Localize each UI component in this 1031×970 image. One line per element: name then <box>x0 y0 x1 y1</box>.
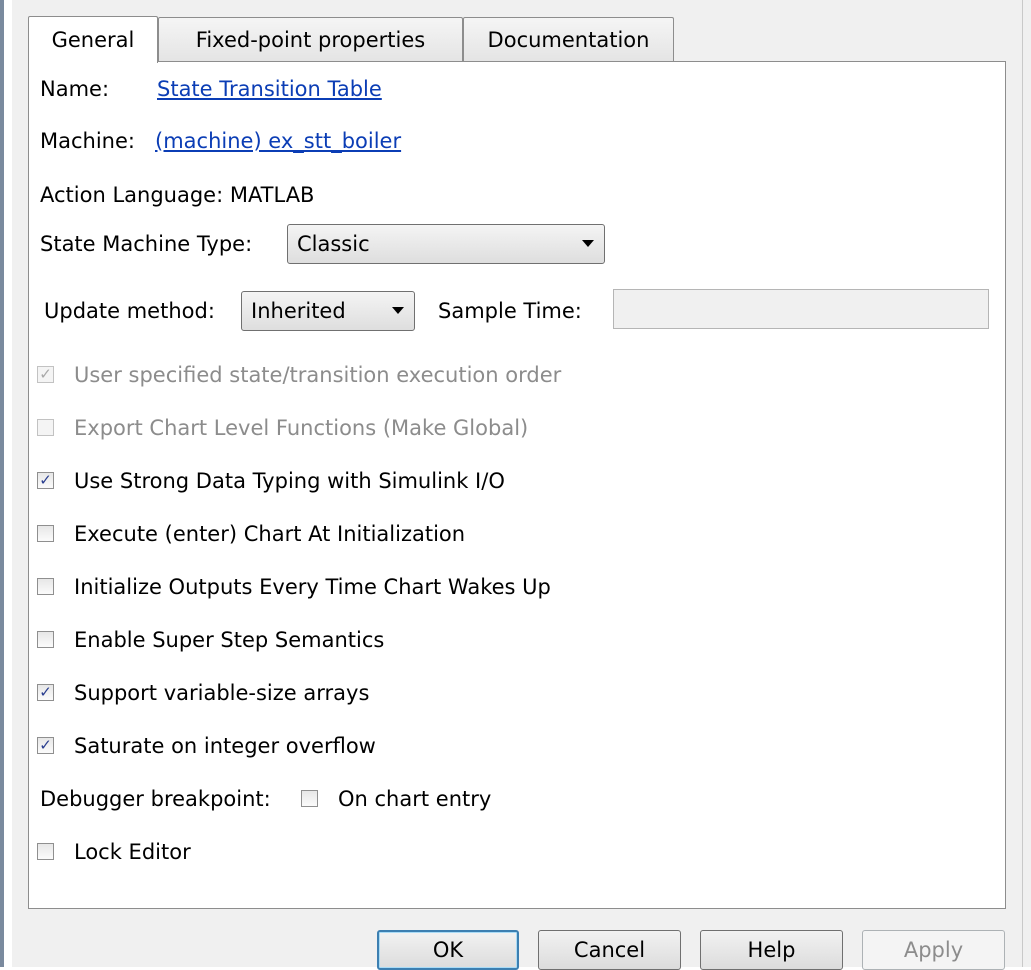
sample-time-label: Sample Time: <box>438 299 582 323</box>
initialize-outputs-label: Initialize Outputs Every Time Chart Wake… <box>74 575 551 599</box>
name-link[interactable]: State Transition Table <box>157 75 382 103</box>
tab-general-label: General <box>51 28 135 52</box>
ok-button[interactable]: OK <box>377 930 519 970</box>
state-machine-type-dropdown[interactable]: Classic <box>287 224 605 264</box>
state-machine-type-label: State Machine Type: <box>40 232 253 256</box>
machine-link[interactable]: (machine) ex_stt_boiler <box>155 127 401 155</box>
checkbox-icon[interactable]: ✓ <box>37 366 54 383</box>
check-icon: ✓ <box>39 683 52 701</box>
checkbox-saturate-overflow[interactable]: ✓ <box>37 737 54 754</box>
export-chart-functions-label: Export Chart Level Functions (Make Globa… <box>74 416 529 440</box>
check-icon: ✓ <box>39 365 52 383</box>
cancel-button[interactable]: Cancel <box>538 930 681 970</box>
checkbox-strong-data-typing[interactable]: ✓ <box>37 472 54 489</box>
cancel-button-label: Cancel <box>573 938 646 962</box>
update-method-label: Update method: <box>44 299 215 323</box>
checkbox-initialize-outputs[interactable] <box>37 578 54 595</box>
apply-button-label: Apply <box>903 938 964 962</box>
lock-editor-label: Lock Editor <box>74 840 191 864</box>
saturate-overflow-label: Saturate on integer overflow <box>74 734 376 758</box>
on-chart-entry-label: On chart entry <box>338 787 492 811</box>
user-specified-order-label: User specified state/transition executio… <box>74 363 562 387</box>
help-button-label: Help <box>747 938 796 962</box>
update-method-value: Inherited <box>251 299 346 323</box>
sample-time-input[interactable] <box>613 289 989 329</box>
checkbox-variable-size-arrays[interactable]: ✓ <box>37 684 54 701</box>
check-icon: ✓ <box>39 736 52 754</box>
checkbox-super-step[interactable] <box>37 631 54 648</box>
variable-size-arrays-label: Support variable-size arrays <box>74 681 370 705</box>
check-icon: ✓ <box>39 471 52 489</box>
tab-documentation[interactable]: Documentation <box>463 17 674 62</box>
tab-documentation-label: Documentation <box>487 28 650 52</box>
window-left-border <box>0 0 4 967</box>
name-label: Name: <box>40 77 110 101</box>
machine-label: Machine: <box>40 129 135 153</box>
checkbox-lock-editor[interactable] <box>37 843 54 860</box>
tab-general[interactable]: General <box>28 16 158 63</box>
debugger-breakpoint-label: Debugger breakpoint: <box>40 787 271 811</box>
ok-button-label: OK <box>432 938 464 962</box>
checkbox-export-chart-functions[interactable] <box>37 419 54 436</box>
checkbox-execute-at-init[interactable] <box>37 525 54 542</box>
help-button[interactable]: Help <box>700 930 843 970</box>
action-language-text: Action Language: MATLAB <box>40 183 315 207</box>
super-step-label: Enable Super Step Semantics <box>74 628 385 652</box>
strong-data-typing-label: Use Strong Data Typing with Simulink I/O <box>74 469 505 493</box>
window-right-border <box>1022 0 1031 967</box>
update-method-dropdown[interactable]: Inherited <box>241 291 415 331</box>
execute-at-init-label: Execute (enter) Chart At Initialization <box>74 522 466 546</box>
apply-button[interactable]: Apply <box>862 930 1005 970</box>
chevron-down-icon <box>392 307 404 314</box>
chevron-down-icon <box>582 240 594 247</box>
state-machine-type-value: Classic <box>297 232 370 256</box>
tab-fixed-point-label: Fixed-point properties <box>195 28 426 52</box>
checkbox-on-chart-entry[interactable] <box>301 790 318 807</box>
tab-fixed-point-properties[interactable]: Fixed-point properties <box>158 17 463 62</box>
